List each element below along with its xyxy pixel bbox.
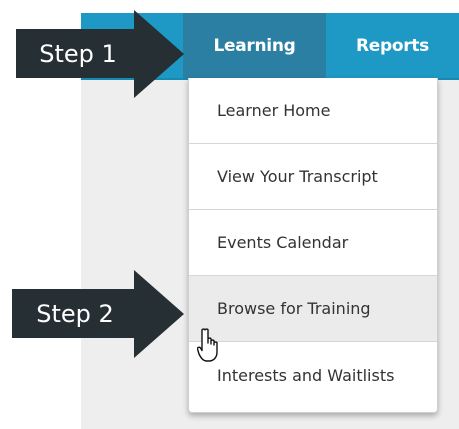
tab-reports[interactable]: Reports — [326, 13, 459, 78]
menu-item-events-calendar[interactable]: Events Calendar — [189, 210, 437, 276]
menu-item-interests-waitlists[interactable]: Interests and Waitlists — [189, 342, 437, 408]
menu-item-view-transcript[interactable]: View Your Transcript — [189, 144, 437, 210]
menu-item-learner-home[interactable]: Learner Home — [189, 78, 437, 144]
hand-pointer-icon — [197, 328, 218, 362]
tab-learning[interactable]: Learning — [183, 13, 326, 78]
step1-callout: Step 1 — [16, 10, 184, 102]
learning-dropdown-menu: Learner Home View Your Transcript Events… — [188, 78, 438, 413]
step2-label: Step 2 — [12, 289, 138, 338]
menu-item-browse-training[interactable]: Browse for Training — [189, 276, 437, 342]
step1-label: Step 1 — [16, 29, 140, 78]
step2-callout: Step 2 — [12, 270, 184, 362]
